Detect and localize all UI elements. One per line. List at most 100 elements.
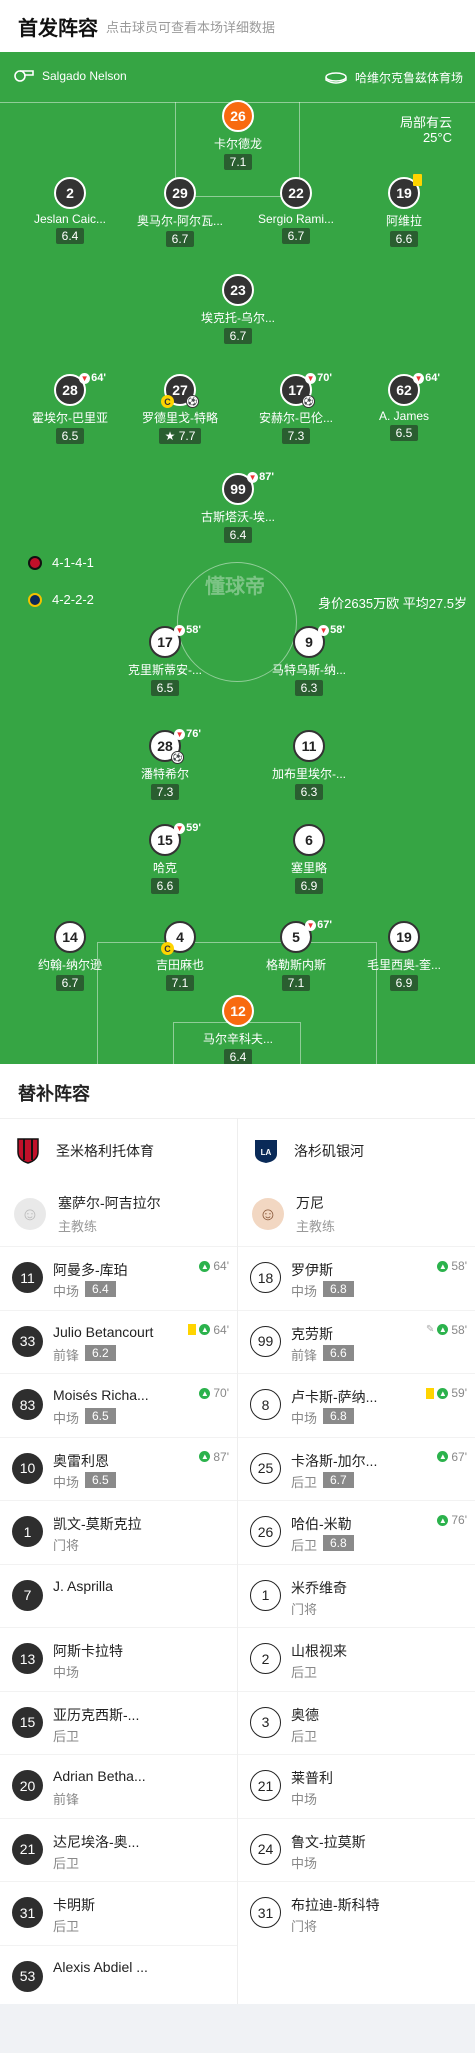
sub-position: 门将: [291, 1601, 318, 1617]
player-home-23[interactable]: 23 埃克托-乌尔... 6.7: [178, 274, 298, 345]
player-home-2[interactable]: 2 Jeslan Caic... 6.4: [10, 177, 130, 245]
home-coach-role: 主教练: [58, 1219, 98, 1234]
player-number: 11: [293, 730, 325, 762]
sub-events: ▲ 64': [188, 1323, 229, 1337]
sub-row-home-10[interactable]: 10 奥雷利恩 中场 6.5 ▲ 87': [0, 1436, 237, 1501]
home-team-name: 圣米格利托体育: [56, 1142, 154, 1159]
coach-avatar-icon: ☺: [252, 1198, 284, 1230]
player-home-22[interactable]: 22 Sergio Rami... 6.7: [236, 177, 356, 245]
sub-position: 后卫: [53, 1728, 80, 1744]
player-home-17[interactable]: 17 ▼ 70' ⚽ 安赫尔-巴伦... 7.3: [236, 372, 356, 445]
sub-name: 罗伊斯: [291, 1262, 333, 1278]
sub-rating: 6.8: [323, 1535, 354, 1551]
sub-events: ▲ 76': [437, 1513, 467, 1527]
player-number: 17 ▼ 58': [149, 624, 201, 658]
player-rating: ★ 7.7: [158, 428, 202, 444]
away-team-row[interactable]: LA 洛杉矶银河: [238, 1118, 475, 1182]
player-rating: 6.5: [150, 680, 180, 696]
sub-number: 53: [12, 1960, 43, 1992]
sub-name: Adrian Betha...: [53, 1768, 146, 1784]
sub-row-away-8[interactable]: 8 卢卡斯-萨纳... 中场 6.8 ▲ 59': [238, 1373, 475, 1437]
sub-row-away-2[interactable]: 2 山根视来 后卫: [238, 1627, 475, 1691]
sub-minute: 67': [317, 919, 332, 931]
sub-events: ▲ 59': [426, 1386, 467, 1400]
sub-number: 33: [12, 1325, 43, 1357]
home-team-row[interactable]: 圣米格利托体育: [0, 1118, 237, 1182]
sub-out-marker: ▼ 64': [79, 372, 106, 384]
sub-row-home-33[interactable]: 33 Julio Betancourt 前锋 6.2 ▲ 64': [0, 1309, 237, 1374]
sub-row-away-31[interactable]: 31 布拉迪-斯科特 门将: [238, 1881, 475, 1945]
sub-row-home-1[interactable]: 1 凯文-莫斯克拉 门将: [0, 1500, 237, 1564]
sub-in-minute: 67': [451, 1449, 467, 1464]
captain-icon: C: [161, 942, 174, 955]
player-home-29[interactable]: 29 奥马尔-阿尔瓦... 6.7: [120, 177, 240, 248]
player-home-99[interactable]: 99 ▼ 87' 古斯塔沃-埃... 6.4: [178, 471, 298, 544]
sub-events: ▲ 58': [437, 1259, 467, 1273]
home-subs-list: 11 阿曼多-库珀 中场 6.4 ▲ 64' 33 Julio Betancourt 前锋 6.2…: [0, 1246, 237, 2008]
sub-out-icon: ▼: [174, 624, 186, 636]
player-number: 9 ▼ 58': [293, 624, 345, 658]
sub-number: 2: [250, 1643, 281, 1674]
player-away-17[interactable]: 17 ▼ 58' 克里斯蒂安-... 6.5: [105, 624, 225, 697]
away-team-badge-icon: [28, 592, 42, 607]
player-number: 4C: [161, 921, 196, 955]
sub-row-home-13[interactable]: 13 阿斯卡拉特 中场: [0, 1627, 237, 1691]
sub-rating: 6.4: [85, 1281, 116, 1297]
sub-row-away-26[interactable]: 26 哈伯-米勒 后卫 6.8 ▲ 76': [238, 1500, 475, 1564]
sub-row-away-21[interactable]: 21 莱普利 中场: [238, 1754, 475, 1818]
sub-name: 奥德: [291, 1706, 319, 1723]
player-away-5[interactable]: 5 ▼ 67' 格勒斯内斯 7.1: [236, 919, 356, 992]
sub-row-away-24[interactable]: 24 鲁文-拉莫斯 中场: [238, 1817, 475, 1882]
sub-row-home-83[interactable]: 83 Moisés Richa... 中场 6.5 ▲ 70': [0, 1373, 237, 1437]
player-number: 6: [293, 824, 325, 856]
sub-row-away-3[interactable]: 3 奥德 后卫: [238, 1690, 475, 1755]
home-coach[interactable]: ☺ 塞萨尔-阿吉拉尔 主教练: [0, 1182, 237, 1246]
sub-row-away-99[interactable]: 99 克劳斯 前锋 6.6 ✎ ▲ 58': [238, 1309, 475, 1374]
sub-in-icon: ▲: [199, 1451, 211, 1462]
sub-name: Julio Betancourt: [53, 1323, 154, 1340]
sub-row-away-18[interactable]: 18 罗伊斯 中场 6.8 ▲ 58': [238, 1246, 475, 1310]
away-coach[interactable]: ☺ 万尼 主教练: [238, 1182, 475, 1246]
player-rating: 6.7: [223, 328, 253, 344]
sub-in-minute: 70': [213, 1386, 229, 1400]
sub-position: 后卫: [53, 1855, 80, 1871]
player-name: 加布里埃尔-...: [272, 767, 346, 781]
sub-out-icon: ▼: [79, 372, 91, 384]
sub-row-home-7[interactable]: 7 J. Asprilla: [0, 1563, 237, 1628]
sub-row-home-15[interactable]: 15 亚历克西斯-... 后卫: [0, 1690, 237, 1755]
sub-number: 7: [12, 1579, 43, 1611]
player-rating: 6.7: [165, 231, 195, 247]
sub-number: 83: [12, 1389, 43, 1420]
player-away-19[interactable]: 19 毛里西奥-奎... 6.9: [344, 921, 464, 992]
player-rating: 6.9: [294, 878, 324, 894]
player-away-14[interactable]: 14 约翰-纳尔逊 6.7: [10, 921, 130, 992]
sub-row-home-31[interactable]: 31 卡明斯 后卫: [0, 1881, 237, 1945]
player-home-27[interactable]: 27 C ⚽ 罗德里戈-特略 ★ 7.7: [120, 374, 240, 445]
sub-row-home-53[interactable]: 53 Alexis Abdiel ...: [0, 1944, 237, 2009]
page-subtitle: 点击球员可查看本场详细数据: [106, 20, 276, 35]
sub-row-away-25[interactable]: 25 卡洛斯-加尔... 后卫 6.7 ▲ 67': [238, 1436, 475, 1501]
sub-row-away-1[interactable]: 1 米乔维奇 门将: [238, 1563, 475, 1628]
player-home-19[interactable]: 19 阿维拉 6.6: [344, 174, 464, 248]
player-away-9[interactable]: 9 ▼ 58' 马特乌斯-纳... 6.3: [249, 624, 369, 697]
sub-row-home-21[interactable]: 21 达尼埃洛-奥... 后卫: [0, 1817, 237, 1882]
player-home-28[interactable]: 28 ▼ 64' 霍埃尔-巴里亚 6.5: [10, 372, 130, 445]
player-rating: 6.7: [281, 228, 311, 244]
player-away-28[interactable]: 28 ▼ 76' ⚽ 潘特希尔 7.3: [105, 728, 225, 801]
home-subs-column: 圣米格利托体育 ☺ 塞萨尔-阿吉拉尔 主教练 11 阿曼多-库珀 中场 6.4 ▲ 64'…: [0, 1118, 237, 2008]
sub-in-minute: 87': [213, 1449, 229, 1464]
player-away-15[interactable]: 15 ▼ 59' 哈克 6.6: [105, 822, 225, 895]
sub-in-minute: 64': [213, 1322, 229, 1337]
player-number: 14: [54, 921, 86, 953]
player-away-11[interactable]: 11 加布里埃尔-... 6.3: [249, 730, 369, 801]
sub-in-icon: ▲: [199, 1387, 211, 1399]
sub-row-home-11[interactable]: 11 阿曼多-库珀 中场 6.4 ▲ 64': [0, 1246, 237, 1310]
player-away-6[interactable]: 6 塞里略 6.9: [249, 824, 369, 895]
player-away-12[interactable]: 12 马尔辛科夫... 6.4: [178, 995, 298, 1064]
player-away-4[interactable]: 4 C 吉田麻也 7.1: [120, 921, 240, 992]
sub-row-home-20[interactable]: 20 Adrian Betha... 前锋: [0, 1754, 237, 1818]
sub-out-marker: ▼ 87': [247, 471, 274, 483]
player-home-26[interactable]: 26 卡尔德龙 7.1: [178, 100, 298, 171]
player-rating: 6.4: [55, 228, 85, 244]
player-home-62[interactable]: 62 ▼ 64' A. James 6.5: [344, 372, 464, 442]
